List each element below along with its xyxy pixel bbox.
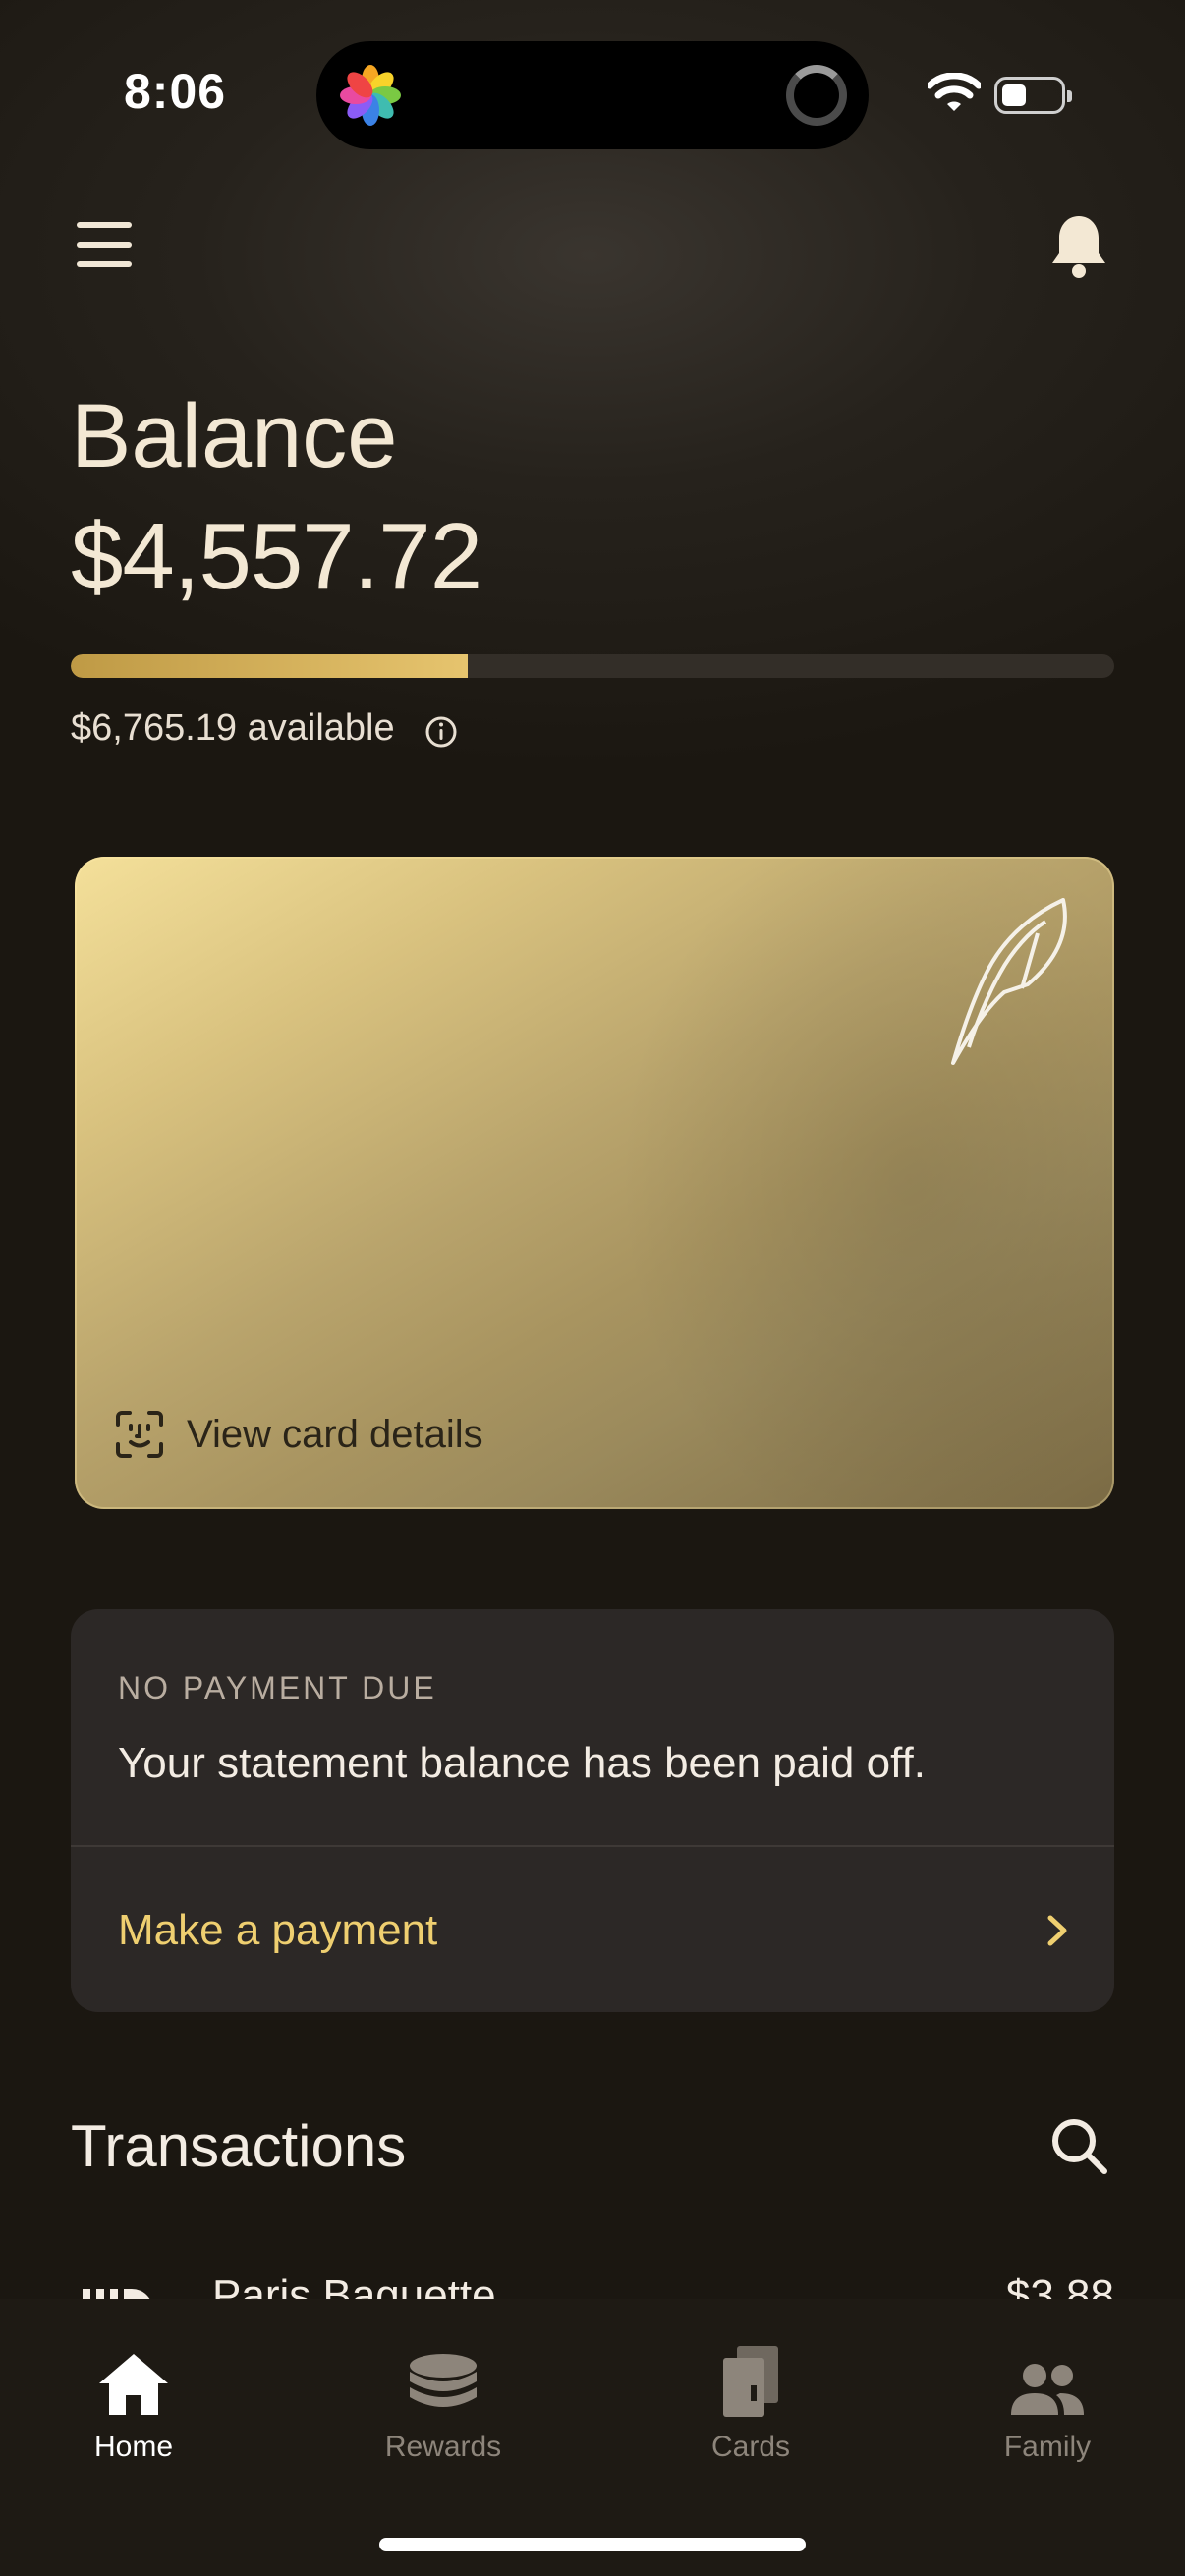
make-payment-button[interactable]: Make a payment: [71, 1847, 1114, 2012]
credit-usage-progress: [71, 654, 1114, 678]
status-time: 8:06: [124, 64, 227, 119]
rewards-coins-icon: [410, 2354, 477, 2407]
wifi-icon: [928, 73, 981, 111]
payment-status-label: NO PAYMENT DUE: [118, 1670, 437, 1706]
bell-icon[interactable]: [1049, 214, 1108, 279]
tab-family[interactable]: Family: [949, 2338, 1146, 2464]
battery-icon: [994, 77, 1072, 114]
available-credit: $6,765.19 available: [71, 707, 395, 749]
home-icon: [99, 2354, 168, 2415]
transactions-title: Transactions: [71, 2113, 407, 2179]
tab-cards[interactable]: Cards: [652, 2338, 849, 2464]
tab-rewards-label: Rewards: [384, 2431, 502, 2463]
home-indicator: [379, 2538, 806, 2551]
cards-icon: [723, 2346, 778, 2417]
search-icon[interactable]: [1049, 2116, 1110, 2177]
face-id-icon: [116, 1411, 163, 1458]
chevron-right-icon: [1047, 1915, 1067, 1946]
view-card-details-label: View card details: [187, 1412, 483, 1456]
tab-cards-label: Cards: [710, 2431, 791, 2463]
balance-title: Balance: [71, 386, 398, 486]
payment-status-message: Your statement balance has been paid off…: [118, 1739, 926, 1787]
tab-home[interactable]: Home: [35, 2338, 232, 2464]
gold-card[interactable]: View card details: [75, 857, 1114, 1509]
hamburger-icon[interactable]: [77, 222, 132, 267]
activity-ring-icon: [786, 65, 847, 126]
photos-app-icon: [340, 65, 401, 126]
balance-amount: $4,557.72: [71, 504, 482, 609]
dynamic-island: [316, 41, 869, 149]
info-icon[interactable]: [424, 715, 458, 749]
tab-bar: Home Rewards Cards Family: [0, 2299, 1185, 2576]
robinhood-feather-logo: [951, 898, 1067, 1065]
payment-status-panel: NO PAYMENT DUE Your statement balance ha…: [71, 1609, 1114, 2012]
make-payment-label: Make a payment: [118, 1906, 438, 1954]
tab-home-label: Home: [93, 2431, 174, 2463]
credit-usage-fill: [71, 654, 468, 678]
view-card-details-button[interactable]: View card details: [114, 1409, 483, 1460]
tab-family-label: Family: [1003, 2431, 1092, 2463]
family-icon: [1011, 2364, 1084, 2415]
tab-rewards[interactable]: Rewards: [345, 2338, 541, 2464]
